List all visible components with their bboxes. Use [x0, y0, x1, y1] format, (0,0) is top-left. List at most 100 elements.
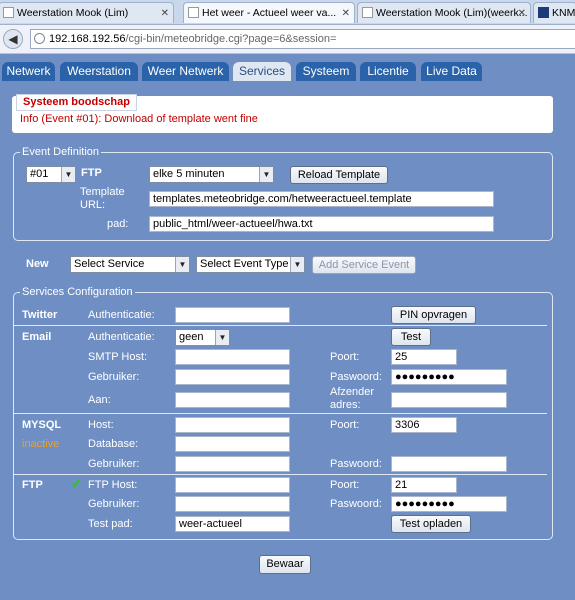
event-type-select[interactable]: Select Event Type ▼	[196, 256, 305, 273]
mysql-host-input[interactable]	[175, 417, 290, 433]
page-icon	[188, 7, 199, 18]
email-port-label: Poort:	[330, 351, 360, 363]
ftp-password-input[interactable]: ●●●●●●●●●	[391, 496, 507, 512]
mysql-user-label: Gebruiker:	[88, 458, 140, 470]
url-input[interactable]: 192.168.192.56/cgi-bin/meteobridge.cgi?p…	[30, 29, 575, 49]
close-icon[interactable]: ✕	[342, 3, 350, 23]
chevron-down-icon: ▼	[215, 330, 229, 345]
pin-request-button[interactable]: PIN opvragen	[391, 306, 476, 324]
template-url-input[interactable]: templates.meteobridge.com/hetweeractueel…	[149, 191, 494, 207]
mysql-database-input[interactable]	[175, 436, 290, 452]
add-service-event-button[interactable]: Add Service Event	[312, 256, 416, 274]
ftp-host-label: FTP Host:	[88, 479, 138, 491]
email-password-label: Paswoord:	[330, 371, 382, 383]
email-to-input[interactable]	[175, 392, 290, 408]
email-sender-label: Afzender adres:	[330, 386, 375, 411]
ftp-test-path-label: Test pad:	[88, 518, 133, 530]
system-message-title: Systeem boodschap	[16, 94, 137, 111]
email-user-input[interactable]	[175, 369, 290, 385]
back-button[interactable]: ◀	[3, 29, 23, 49]
url-host: 192.168.192.56	[49, 33, 126, 45]
email-auth-select[interactable]: geen ▼	[175, 329, 230, 346]
tab-systeem[interactable]: Systeem	[296, 62, 356, 81]
email-to-label: Aan:	[88, 394, 111, 406]
interval-select[interactable]: elke 5 minuten ▼	[149, 166, 274, 183]
browser-tab-label: KNM	[552, 7, 575, 19]
event-number-value: #01	[30, 168, 49, 180]
mysql-title: MYSQL	[22, 419, 62, 431]
globe-icon	[34, 33, 45, 44]
tab-weerstation[interactable]: Weerstation	[60, 62, 138, 81]
browser-tab-label: Het weer - Actueel weer va...	[202, 7, 337, 19]
chevron-down-icon: ▼	[61, 167, 75, 182]
tab-weer-netwerk[interactable]: Weer Netwerk	[142, 62, 229, 81]
chevron-down-icon: ▼	[259, 167, 273, 182]
path-input[interactable]: public_html/weer-actueel/hwa.txt	[149, 216, 494, 232]
page-icon	[3, 7, 14, 18]
browser-tab-label: Weerstation Mook (Lim)	[17, 7, 129, 19]
page-tab-nav: Netwerk Weerstation Weer Netwerk Service…	[0, 62, 575, 81]
service-select-value: Select Service	[74, 258, 145, 270]
tab-licentie[interactable]: Licentie	[360, 62, 416, 81]
new-label: New	[26, 258, 49, 270]
ftp-user-label: Gebruiker:	[88, 498, 140, 510]
tab-live-data[interactable]: Live Data	[421, 62, 482, 81]
event-number-select[interactable]: #01 ▼	[26, 166, 76, 183]
close-icon[interactable]: ✕	[161, 3, 169, 23]
email-auth-label: Authenticatie:	[88, 331, 155, 343]
twitter-auth-label: Authenticatie:	[88, 309, 155, 321]
mysql-status: inactive	[22, 438, 60, 450]
smtp-host-label: SMTP Host:	[88, 351, 148, 363]
save-button[interactable]: Bewaar	[259, 555, 311, 574]
close-icon[interactable]: ✕	[518, 3, 526, 23]
ftp-password-label: Paswoord:	[330, 498, 382, 510]
address-bar: ◀ 192.168.192.56/cgi-bin/meteobridge.cgi…	[0, 25, 575, 54]
ftp-user-input[interactable]	[175, 496, 290, 512]
interval-value: elke 5 minuten	[153, 168, 225, 180]
mysql-user-input[interactable]	[175, 456, 290, 472]
mysql-password-label: Paswoord:	[330, 458, 382, 470]
knmi-icon	[538, 7, 549, 18]
checkmark-icon: ✔	[71, 476, 82, 491]
mysql-host-label: Host:	[88, 419, 114, 431]
event-type-select-value: Select Event Type	[200, 258, 289, 270]
twitter-auth-input[interactable]	[175, 307, 290, 323]
ftp-title: FTP	[22, 479, 43, 491]
test-upload-button[interactable]: Test opladen	[391, 515, 471, 533]
path-label: pad:	[107, 218, 129, 230]
mysql-port-label: Poort:	[330, 419, 360, 431]
event-definition-legend: Event Definition	[20, 146, 102, 158]
smtp-host-input[interactable]	[175, 349, 290, 365]
email-sender-input[interactable]	[391, 392, 507, 408]
system-message-text: Info (Event #01): Download of template w…	[20, 113, 258, 125]
twitter-title: Twitter	[22, 309, 58, 321]
ftp-port-input[interactable]: 21	[391, 477, 457, 493]
reload-template-button[interactable]: Reload Template	[290, 166, 388, 184]
event-type-label: FTP	[81, 167, 102, 179]
email-user-label: Gebruiker:	[88, 371, 140, 383]
divider	[14, 474, 547, 475]
email-password-input[interactable]: ●●●●●●●●●	[391, 369, 507, 385]
browser-tab-3[interactable]: Weerstation Mook (Lim)(weerk... ✕	[357, 2, 531, 23]
tab-netwerk[interactable]: Netwerk	[2, 62, 55, 81]
ftp-port-label: Poort:	[330, 479, 360, 491]
service-select[interactable]: Select Service ▼	[70, 256, 190, 273]
browser-tab-4[interactable]: KNM	[533, 2, 575, 23]
ftp-host-input[interactable]	[175, 477, 290, 493]
mysql-database-label: Database:	[88, 438, 139, 450]
email-port-input[interactable]: 25	[391, 349, 457, 365]
browser-tab-label: Weerstation Mook (Lim)(weerk...	[376, 7, 528, 19]
email-auth-value: geen	[179, 331, 204, 343]
template-url-label: Template URL:	[80, 186, 125, 211]
browser-tab-2[interactable]: Het weer - Actueel weer va... ✕	[183, 2, 355, 23]
mysql-port-input[interactable]: 3306	[391, 417, 457, 433]
divider	[14, 325, 547, 326]
tab-services[interactable]: Services	[233, 62, 291, 81]
email-test-button[interactable]: Test	[391, 328, 431, 346]
email-title: Email	[22, 331, 52, 343]
url-path: /cgi-bin/meteobridge.cgi?page=6&session=	[125, 33, 337, 45]
browser-tab-1[interactable]: Weerstation Mook (Lim) ✕	[0, 2, 174, 23]
mysql-password-input[interactable]	[391, 456, 507, 472]
ftp-test-path-input[interactable]: weer-actueel	[175, 516, 290, 532]
page-icon	[362, 7, 373, 18]
